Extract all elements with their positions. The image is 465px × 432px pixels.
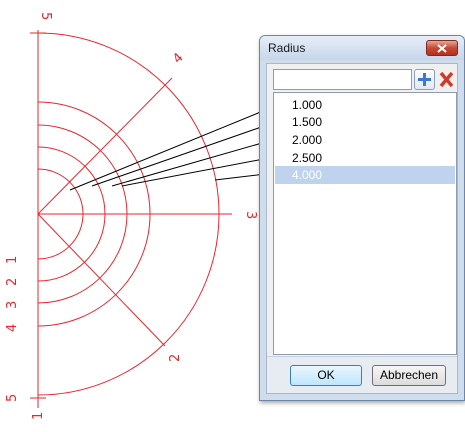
close-button[interactable]: [426, 40, 458, 56]
radius-list[interactable]: 1.000 1.500 2.000 2.500 4.000: [273, 92, 457, 355]
dialog-footer: OK Abbrechen: [267, 356, 457, 393]
list-item[interactable]: 1.000: [275, 96, 455, 114]
axis-label-2-diag: 2: [168, 354, 183, 362]
list-item-selected[interactable]: 4.000: [275, 166, 455, 184]
axis-label-4-diag: 4: [170, 50, 186, 66]
radius-dialog: Radius 1.000 1.500 2.000 2.500 4.000 OK: [259, 35, 465, 401]
axis-label-3-right: 3: [243, 211, 258, 219]
plus-icon: [418, 73, 431, 86]
ok-button[interactable]: OK: [290, 365, 362, 386]
axis-label-5-top: 5: [38, 12, 53, 20]
axis-label-1-bottom: 1: [31, 412, 46, 420]
list-item[interactable]: 2.000: [275, 131, 455, 149]
diagonal-down: [37, 213, 166, 347]
diagonal-up: [37, 77, 173, 215]
list-item[interactable]: 2.500: [275, 149, 455, 167]
axis-label-2-left: 2: [5, 278, 20, 286]
list-item[interactable]: 1.500: [275, 113, 455, 131]
axis-label-1-left: 1: [5, 256, 20, 264]
delete-button[interactable]: [436, 69, 457, 90]
dialog-client: 1.000 1.500 2.000 2.500 4.000 OK Abbrech…: [266, 63, 458, 394]
axis-label-4-left: 4: [5, 324, 20, 332]
delete-icon: [439, 71, 454, 88]
add-button[interactable]: [414, 69, 435, 90]
radius-input[interactable]: [273, 69, 412, 90]
axis-label-5-bottom: 5: [5, 394, 20, 402]
axis-label-3-left: 3: [5, 301, 20, 309]
dialog-title: Radius: [268, 41, 306, 55]
leader-1: [69, 99, 291, 191]
dialog-titlebar[interactable]: Radius: [260, 36, 464, 60]
cancel-button[interactable]: Abbrechen: [372, 365, 446, 386]
close-icon: [437, 44, 447, 53]
